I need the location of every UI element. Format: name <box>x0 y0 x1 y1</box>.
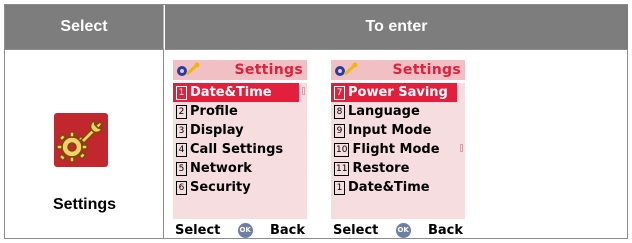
menu-item-number: 2 <box>176 104 187 119</box>
menu-item-number: 7 <box>334 85 345 100</box>
settings-small-icon <box>335 62 358 76</box>
menu-item-security[interactable]: 6 Security <box>173 178 299 197</box>
phone-screen-2: Settings 7 Power Saving 8 Language 9 Input … <box>331 60 465 240</box>
phone-titlebar: Settings <box>331 60 465 80</box>
menu-item-number: 11 <box>334 161 350 176</box>
menu-item-input-mode[interactable]: 9 Input Mode <box>331 121 457 140</box>
to-enter-column: Settings 1 Date&Time 2 Profile 3 Display 4C… <box>165 49 628 238</box>
menu-item-label: Date&Time <box>348 180 430 195</box>
scroll-indicator[interactable] <box>302 87 305 95</box>
ok-key-icon[interactable]: OK <box>237 222 253 238</box>
phone-menu: 1 Date&Time 2 Profile 3 Display 4 Call Setti… <box>173 83 307 219</box>
header-to-enter: To enter <box>165 5 628 49</box>
menu-item-display[interactable]: 3 Display <box>173 121 299 140</box>
menu-item-date-time[interactable]: 1 Date&Time <box>173 83 299 102</box>
menu-item-call-settings[interactable]: 4 Call Settings <box>173 140 299 159</box>
menu-item-number: 6 <box>176 180 187 195</box>
menu-item-label: Display <box>190 123 244 138</box>
menu-item-flight-mode[interactable]: 10 Flight Mode <box>331 140 457 159</box>
softkey-back[interactable]: Back <box>270 223 305 238</box>
settings-label: Settings <box>52 196 117 213</box>
header-select: Select <box>5 5 164 49</box>
menu-item-label: Restore <box>352 161 410 176</box>
menu-item-number: 5 <box>176 161 187 176</box>
menu-item-date-time[interactable]: 1 Date&Time <box>331 178 457 197</box>
menu-item-power-saving[interactable]: 7 Power Saving <box>331 83 457 102</box>
menu-item-number: 10 <box>334 142 350 157</box>
menu-item-number: 1 <box>176 85 187 100</box>
softkey-bar: Select OK Back <box>173 220 307 240</box>
phone-screen-1: Settings 1 Date&Time 2 Profile 3 Display 4C… <box>173 60 307 240</box>
menu-item-label: Network <box>190 161 252 176</box>
menu-item-profile[interactable]: 2 Profile <box>173 102 299 121</box>
menu-item-label: Flight Mode <box>352 142 440 157</box>
menu-item-restore[interactable]: 11 Restore <box>331 159 457 178</box>
menu-item-label: Date&Time <box>190 85 272 100</box>
menu-item-label: Call Settings <box>190 142 284 157</box>
softkey-back[interactable]: Back <box>428 223 463 238</box>
scroll-indicator[interactable] <box>460 144 463 152</box>
menu-item-label: Input Mode <box>348 123 432 138</box>
settings-wrench-gear-icon[interactable] <box>54 113 108 167</box>
menu-item-number: 9 <box>334 123 345 138</box>
menu-item-number: 3 <box>176 123 187 138</box>
menu-item-label: Security <box>190 180 251 195</box>
select-column: Settings <box>5 49 164 238</box>
menu-item-network[interactable]: 5 Network <box>173 159 299 178</box>
menu-item-language[interactable]: 8 Language <box>331 102 457 121</box>
softkey-select[interactable]: Select <box>175 223 220 238</box>
menu-item-label: Language <box>348 104 420 119</box>
ok-key-icon[interactable]: OK <box>395 222 411 238</box>
menu-item-number: 8 <box>334 104 345 119</box>
menu-item-number: 4 <box>176 142 187 157</box>
menu-item-label: Profile <box>190 104 238 119</box>
menu-item-number: 1 <box>334 180 345 195</box>
phone-title: Settings <box>392 62 461 78</box>
settings-small-icon <box>177 62 200 76</box>
phone-menu: 7 Power Saving 8 Language 9 Input Mode 10 Fl… <box>331 83 465 219</box>
phone-title: Settings <box>234 62 303 78</box>
instruction-table: Select To enter Settings Settings 1 Date… <box>4 4 628 239</box>
menu-item-label: Power Saving <box>348 85 448 100</box>
softkey-bar: Select OK Back <box>331 220 465 240</box>
phone-titlebar: Settings <box>173 60 307 80</box>
softkey-select[interactable]: Select <box>333 223 378 238</box>
